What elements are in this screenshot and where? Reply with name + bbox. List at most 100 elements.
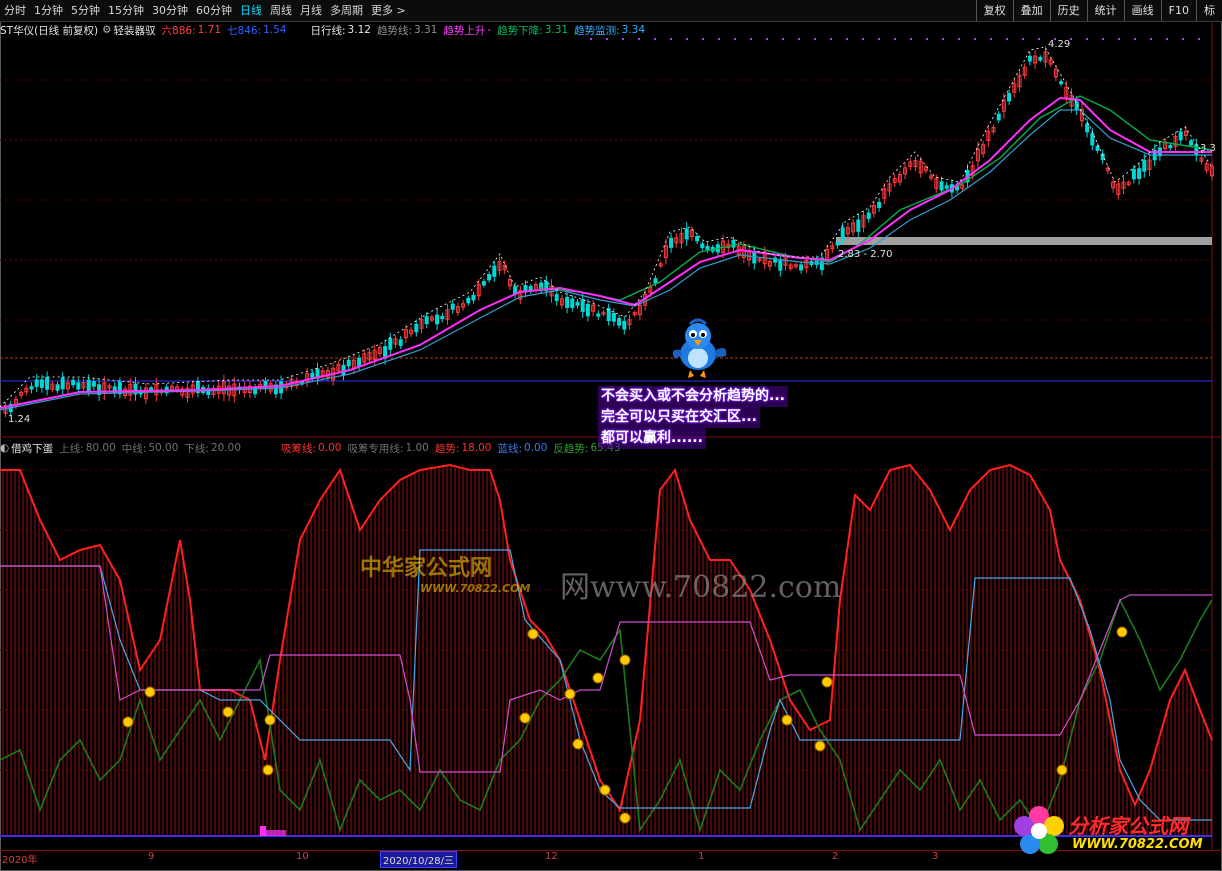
signal-dot (958, 38, 960, 40)
candle-body (1095, 145, 1100, 151)
candle-body (705, 245, 710, 250)
candle-body (1178, 131, 1183, 141)
signal-dot (990, 38, 992, 40)
candle-body (76, 382, 81, 390)
candle-body (653, 278, 658, 284)
signal-dot (1102, 38, 1104, 40)
logo-url-text: WWW.70822.COM (1072, 837, 1203, 852)
price-range-band (836, 237, 1212, 245)
candle-body (86, 379, 91, 392)
yellow-marker-icon (1116, 626, 1128, 638)
yellow-marker-icon (599, 784, 611, 796)
axis-label-1: 9 (148, 851, 155, 862)
signal-dot (686, 38, 688, 40)
candle-body (435, 314, 440, 325)
axis-label-0: 2020年 (2, 855, 38, 866)
site-logo: 分析家公式网 WWW.70822.COM (1012, 804, 1220, 856)
axis-label-3: 2020/10/28/三 (380, 851, 458, 868)
yellow-marker-icon (262, 764, 274, 776)
signal-dot (846, 38, 848, 40)
caption-line-1: 不会买入或不会分析趋势的... (598, 386, 788, 407)
candle-body (1142, 159, 1147, 172)
candle-body (996, 113, 1001, 121)
candle-body (835, 241, 840, 246)
candle-body (487, 274, 492, 281)
caption-line-2: 完全可以只买在交汇区... (598, 407, 760, 428)
signal-dot (1038, 38, 1040, 40)
price-range-label: 2.83 - 2.70 (838, 249, 893, 260)
candle-body (866, 212, 871, 219)
signal-dot (974, 38, 976, 40)
candle-body (71, 379, 76, 386)
signal-dot (942, 38, 944, 40)
candle-body (1189, 140, 1194, 146)
candle-body (1085, 123, 1090, 133)
yellow-marker-icon (814, 740, 826, 752)
signal-dot (926, 38, 928, 40)
magenta-block (260, 826, 266, 836)
logo-cn-text: 分析家公式网 (1068, 814, 1188, 838)
signal-dot (862, 38, 864, 40)
candle-body (1131, 168, 1136, 180)
yellow-marker-icon (122, 716, 134, 728)
candle-body (575, 301, 580, 306)
candle-body (700, 243, 705, 249)
yellow-marker-icon (144, 686, 156, 698)
signal-dot (798, 38, 800, 40)
signal-dot (1166, 38, 1168, 40)
signal-dot (750, 38, 752, 40)
yellow-marker-icon (564, 688, 576, 700)
candle-body (29, 386, 34, 390)
candle-body (450, 303, 455, 310)
candle-body (944, 185, 949, 189)
signal-dot (1134, 38, 1136, 40)
yellow-marker-icon (1056, 764, 1068, 776)
signal-dot (894, 38, 896, 40)
candle-body (471, 294, 476, 301)
candle-body (45, 376, 50, 390)
candle-body (1027, 55, 1032, 62)
candle-body (481, 281, 486, 286)
candle-body (585, 303, 590, 317)
signal-dot (814, 38, 816, 40)
ma-line-pink (0, 96, 1212, 409)
candle-body (1168, 145, 1173, 149)
candle-body (752, 251, 757, 264)
signal-dot (1118, 38, 1120, 40)
signal-dot (1086, 38, 1088, 40)
axis-label-7: 3 (932, 851, 939, 862)
candle-body (34, 379, 39, 387)
yellow-marker-icon (619, 654, 631, 666)
yellow-marker-icon (527, 628, 539, 640)
candle-body (310, 372, 315, 378)
signal-dot (830, 38, 832, 40)
axis-label-5: 1 (698, 851, 705, 862)
price-right-label: 3.3 (1200, 143, 1216, 154)
candle-body (856, 219, 861, 232)
caption-line-3: 都可以赢利...... (598, 428, 706, 449)
candle-body (622, 320, 627, 330)
candle-body (695, 235, 700, 242)
signal-dot (910, 38, 912, 40)
price-low-label: 1.24 (8, 414, 31, 425)
yellow-marker-icon (572, 738, 584, 750)
watermark-url: 网www.70822.com (560, 570, 842, 605)
signal-dot (878, 38, 880, 40)
candle-body (398, 339, 403, 346)
candle-body (611, 312, 616, 322)
candle-body (357, 357, 362, 367)
candle-body (1194, 144, 1199, 156)
price-high-label: 4.29 (1048, 39, 1071, 50)
candle-body (580, 299, 585, 312)
candle-body (91, 381, 96, 387)
signal-dot (622, 38, 624, 40)
axis-label-4: 12 (545, 851, 558, 862)
yellow-marker-icon (781, 714, 793, 726)
yellow-marker-icon (519, 712, 531, 724)
candle-body (554, 294, 559, 301)
candle-body (565, 296, 570, 308)
signal-dot (590, 38, 592, 40)
axis-label-6: 2 (832, 851, 839, 862)
candle-body (492, 265, 497, 277)
candle-body (1137, 168, 1142, 179)
